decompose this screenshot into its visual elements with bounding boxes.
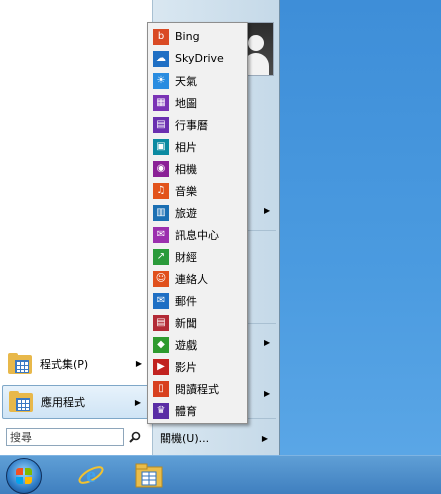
file-explorer-icon[interactable] (134, 461, 164, 489)
shutdown-button[interactable]: 關機(U)... ▶ (160, 429, 272, 447)
app-label: 影片 (175, 360, 197, 374)
app-item[interactable]: ▦ 地圖 (151, 92, 246, 113)
app-item[interactable]: ☁ SkyDrive (151, 48, 246, 69)
search-button[interactable] (126, 428, 144, 446)
svg-text:e: e (86, 462, 96, 487)
windows-logo-icon (16, 468, 32, 484)
photos-icon: ▣ (153, 138, 169, 155)
app-label: 連絡人 (175, 272, 208, 286)
app-label: 音樂 (175, 184, 197, 198)
app-label: 閱讀程式 (175, 382, 219, 396)
app-item[interactable]: ♛ 體育 (151, 400, 246, 421)
sports-icon: ♛ (153, 402, 169, 419)
apps-folder-icon (9, 391, 33, 413)
app-item[interactable]: ☀ 天氣 (151, 70, 246, 91)
chevron-right-icon[interactable]: ▶ (262, 434, 268, 443)
internet-explorer-icon[interactable]: e (76, 460, 106, 490)
finance-icon: ↗ (153, 248, 169, 265)
shutdown-label: 關機(U)... (160, 432, 210, 445)
games-icon: ◆ (153, 336, 169, 353)
calendar-icon: ▤ (153, 116, 169, 133)
app-item[interactable]: ◉ 相機 (151, 158, 246, 179)
app-label: 行事曆 (175, 118, 208, 132)
bing-icon: b (153, 28, 169, 45)
app-label: 新聞 (175, 316, 197, 330)
app-item[interactable]: ✉ 訊息中心 (151, 224, 246, 245)
all-programs-item[interactable]: 程式集(P) ▶ (2, 347, 150, 381)
app-label: 遊戲 (175, 338, 197, 352)
mail-icon: ✉ (153, 292, 169, 309)
app-item[interactable]: ✉ 郵件 (151, 290, 246, 311)
search-icon (129, 431, 141, 443)
apps-label: 應用程式 (41, 396, 85, 409)
travel-icon: ▥ (153, 204, 169, 221)
apps-item[interactable]: 應用程式 ▶ (2, 385, 150, 419)
all-programs-label: 程式集(P) (40, 358, 89, 371)
app-item[interactable]: ▣ 相片 (151, 136, 246, 157)
search-placeholder: 搜尋 (10, 431, 32, 444)
chevron-right-icon: ▶ (135, 359, 142, 368)
video-icon: ▶ (153, 358, 169, 375)
app-item[interactable]: ♫ 音樂 (151, 180, 246, 201)
app-label: SkyDrive (175, 52, 224, 65)
skydrive-icon: ☁ (153, 50, 169, 67)
chevron-right-icon: ▶ (134, 398, 141, 407)
app-label: 財經 (175, 250, 197, 264)
app-item[interactable]: ◆ 遊戲 (151, 334, 246, 355)
app-label: 地圖 (175, 96, 197, 110)
app-item[interactable]: ▤ 新聞 (151, 312, 246, 333)
app-label: 訊息中心 (175, 228, 219, 242)
app-item[interactable]: ▤ 行事曆 (151, 114, 246, 135)
reader-icon: ▯ (153, 380, 169, 397)
app-item[interactable]: ↗ 財經 (151, 246, 246, 267)
programs-folder-icon (8, 353, 32, 375)
app-item[interactable]: ☺ 連絡人 (151, 268, 246, 289)
app-label: Bing (175, 30, 200, 43)
app-item[interactable]: ▯ 閱讀程式 (151, 378, 246, 399)
people-icon: ☺ (153, 270, 169, 287)
app-label: 相機 (175, 162, 197, 176)
search-input[interactable]: 搜尋 (6, 428, 124, 446)
chevron-right-icon[interactable]: ▶ (264, 206, 270, 215)
app-item[interactable]: ▶ 影片 (151, 356, 246, 377)
chevron-right-icon[interactable]: ▶ (264, 389, 270, 398)
taskbar: e (0, 455, 441, 494)
app-label: 旅遊 (175, 206, 197, 220)
app-item[interactable]: ▥ 旅遊 (151, 202, 246, 223)
start-button[interactable] (6, 458, 42, 494)
weather-icon: ☀ (153, 72, 169, 89)
maps-icon: ▦ (153, 94, 169, 111)
app-label: 相片 (175, 140, 197, 154)
app-label: 郵件 (175, 294, 197, 308)
chevron-right-icon[interactable]: ▶ (264, 338, 270, 347)
messaging-icon: ✉ (153, 226, 169, 243)
camera-icon: ◉ (153, 160, 169, 177)
app-item[interactable]: b Bing (151, 26, 246, 47)
music-icon: ♫ (153, 182, 169, 199)
app-label: 體育 (175, 404, 197, 418)
start-menu-left-pane: 程式集(P) ▶ 應用程式 ▶ 搜尋 (0, 0, 153, 455)
news-icon: ▤ (153, 314, 169, 331)
apps-submenu: b Bing ☁ SkyDrive ☀ 天氣 ▦ 地圖 ▤ 行事曆 ▣ 相片 ◉ 相機 ♫ 音樂 ▥ 旅遊 ✉ 訊息中… (147, 22, 248, 424)
app-label: 天氣 (175, 74, 197, 88)
